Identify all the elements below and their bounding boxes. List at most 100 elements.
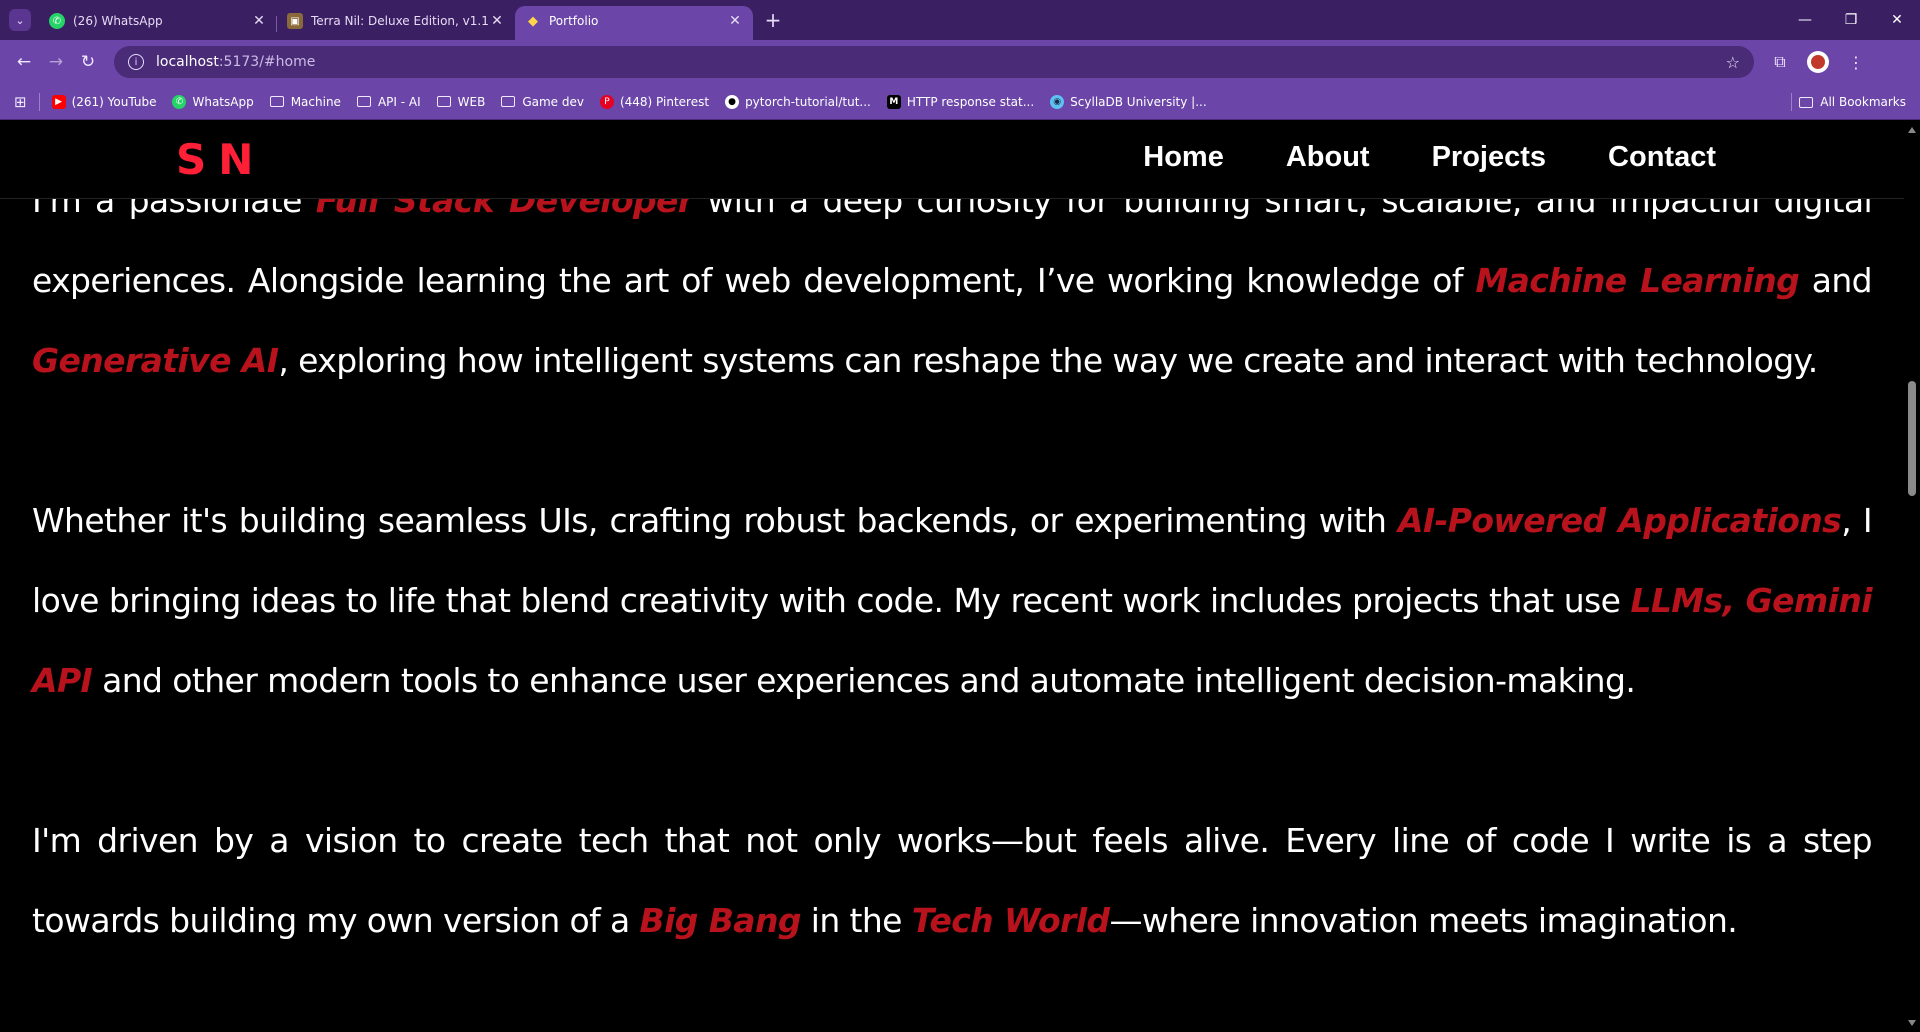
new-tab-button[interactable]: + <box>759 6 787 34</box>
bookmark-whatsapp[interactable]: ✆ WhatsApp <box>172 94 254 109</box>
bookmark-label: (448) Pinterest <box>619 94 710 109</box>
text-run: , exploring how intelligent systems can … <box>278 341 1818 380</box>
folder-icon <box>1799 96 1814 108</box>
bookmark-folder-web[interactable]: WEB <box>436 95 485 109</box>
close-icon: ✕ <box>1891 12 1903 28</box>
about-paragraph-2: Whether it's building seamless UIs, craf… <box>32 481 1873 721</box>
bookmark-label: Machine <box>290 94 341 109</box>
about-content: I'm a passionate Full Stack Developer wi… <box>32 161 1873 1032</box>
profile-avatar[interactable] <box>1806 50 1830 74</box>
nav-link-about[interactable]: About <box>1286 141 1370 174</box>
url-host: localhost <box>156 54 219 70</box>
scylla-icon: ◉ <box>1050 94 1065 109</box>
bookmark-label: Game dev <box>522 94 584 109</box>
reload-icon: ↻ <box>80 52 96 72</box>
text-run: and other modern tools to enhance user e… <box>92 661 1636 700</box>
bookmark-pinterest[interactable]: P (448) Pinterest <box>599 94 710 109</box>
close-icon[interactable]: ✕ <box>251 13 267 29</box>
restore-button[interactable]: ❐ <box>1828 0 1874 40</box>
restore-icon: ❐ <box>1844 12 1858 28</box>
url-path: :5173/#home <box>218 54 316 70</box>
extensions-icon[interactable]: ⧉ <box>1768 50 1792 74</box>
bookmark-youtube[interactable]: ▶ (261) YouTube <box>51 94 157 109</box>
highlight-text: Tech World <box>911 901 1110 940</box>
site-navbar: SN Home About Projects Contact <box>0 121 1904 199</box>
bookmark-label: WhatsApp <box>192 94 254 109</box>
all-bookmarks-label: All Bookmarks <box>1820 95 1906 109</box>
folder-icon <box>269 96 284 107</box>
youtube-icon: ▶ <box>51 94 66 109</box>
highlight-text: AI-Powered Applications <box>1398 501 1842 540</box>
highlight-text: Big Bang <box>639 901 802 940</box>
back-button[interactable]: ← <box>10 48 38 76</box>
bookmark-folder-game-dev[interactable]: Game dev <box>501 95 584 109</box>
close-window-button[interactable]: ✕ <box>1874 0 1920 40</box>
bookmark-label: API - AI <box>377 94 421 109</box>
menu-kebab-icon[interactable]: ⋮ <box>1844 50 1868 74</box>
game-icon: ▣ <box>287 13 303 29</box>
apps-grid-icon[interactable]: ⊞ <box>14 93 27 111</box>
tab-title: Portfolio <box>549 14 599 28</box>
text-run: —where innovation meets imagination. <box>1109 901 1738 940</box>
forward-button[interactable]: → <box>42 48 70 76</box>
bookmark-github[interactable]: ● pytorch-tutorial/tut... <box>725 94 871 109</box>
pinterest-icon: P <box>599 94 614 109</box>
bookmark-folder-api-ai[interactable]: API - AI <box>356 94 421 109</box>
github-icon: ● <box>725 94 740 109</box>
close-icon[interactable]: ✕ <box>489 13 505 29</box>
bookmarks-divider <box>1791 93 1792 111</box>
bookmark-folder-machine[interactable]: Machine <box>269 94 341 109</box>
site-info-icon[interactable]: i <box>128 54 144 70</box>
tab-title: (26) WhatsApp <box>73 14 163 28</box>
bookmarks-bar: ⊞ ▶ (261) YouTube ✆ WhatsApp Machine API… <box>0 84 1920 120</box>
plus-icon: + <box>764 8 782 32</box>
toolbar-icons: ⧉ ⋮ <box>1768 50 1868 74</box>
folder-icon <box>356 96 371 107</box>
browser-toolbar: ← → ↻ i localhost:5173/#home ☆ ⧉ ⋮ <box>0 40 1920 84</box>
tab-portfolio[interactable]: ◆ Portfolio ✕ <box>515 6 753 40</box>
scrollbar-thumb[interactable] <box>1908 381 1916 496</box>
text-run: in the <box>800 901 912 940</box>
arrow-right-icon: → <box>48 52 64 72</box>
all-bookmarks-button[interactable]: All Bookmarks <box>1799 84 1906 120</box>
close-icon[interactable]: ✕ <box>727 13 743 29</box>
site-logo[interactable]: SN <box>176 135 265 184</box>
bookmark-scylladb[interactable]: ◉ ScyllaDB University |... <box>1050 94 1207 109</box>
chevron-down-icon: ⌄ <box>15 13 25 27</box>
bookmark-star-icon[interactable]: ☆ <box>1726 53 1740 72</box>
nav-link-contact[interactable]: Contact <box>1608 141 1716 174</box>
tab-search-button[interactable]: ⌄ <box>9 9 31 31</box>
site-nav-links: Home About Projects Contact <box>1143 141 1716 174</box>
whatsapp-icon: ✆ <box>172 94 187 109</box>
highlight-text: Machine Learning <box>1475 261 1800 300</box>
tab-title: Terra Nil: Deluxe Edition, v1.1.7 <box>311 14 489 28</box>
address-bar[interactable]: i localhost:5173/#home ☆ <box>114 46 1754 78</box>
minimize-icon: — <box>1798 12 1812 28</box>
bookmark-label: (261) YouTube <box>71 94 157 109</box>
mdn-icon: M <box>886 94 901 109</box>
portfolio-icon: ◆ <box>528 13 538 29</box>
nav-link-projects[interactable]: Projects <box>1432 141 1546 174</box>
text-run: and <box>1799 261 1873 300</box>
tab-terra-nil[interactable]: ▣ Terra Nil: Deluxe Edition, v1.1.7 ✕ <box>277 6 515 40</box>
minimize-button[interactable]: — <box>1782 0 1828 40</box>
bookmark-mdn[interactable]: M HTTP response stat... <box>886 94 1035 109</box>
tab-whatsapp[interactable]: ✆ (26) WhatsApp ✕ <box>39 6 277 40</box>
page-scrollbar[interactable] <box>1904 121 1920 1032</box>
window-controls: — ❐ ✕ <box>1782 0 1920 40</box>
bookmarks-divider <box>38 92 40 111</box>
bookmark-label: ScyllaDB University |... <box>1070 94 1207 109</box>
nav-link-home[interactable]: Home <box>1143 141 1224 174</box>
arrow-left-icon: ← <box>16 52 32 72</box>
scroll-down-arrow-icon[interactable] <box>1908 1020 1916 1026</box>
page-viewport: SN Home About Projects Contact I'm a pas… <box>0 121 1920 1032</box>
folder-icon <box>436 96 451 107</box>
folder-icon <box>501 96 516 107</box>
reload-button[interactable]: ↻ <box>74 48 102 76</box>
bookmark-label: pytorch-tutorial/tut... <box>745 94 871 109</box>
about-paragraph-3: I'm driven by a vision to create tech th… <box>32 801 1873 961</box>
tab-strip: ⌄ ✆ (26) WhatsApp ✕ ▣ Terra Nil: Deluxe … <box>0 0 1920 40</box>
highlight-text: Generative AI <box>32 341 279 380</box>
scroll-up-arrow-icon[interactable] <box>1908 127 1916 133</box>
bookmark-label: HTTP response stat... <box>906 94 1035 109</box>
